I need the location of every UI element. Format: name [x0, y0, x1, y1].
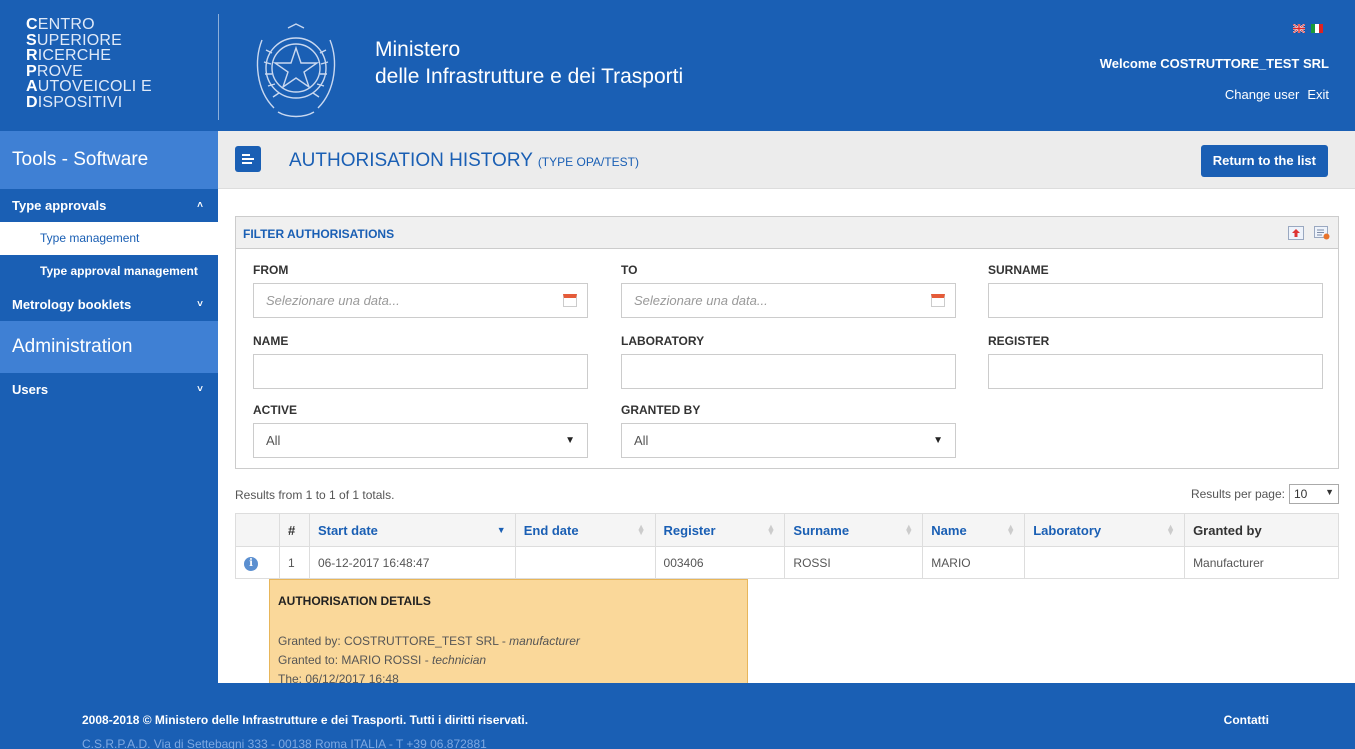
export-icon[interactable] [1288, 226, 1304, 240]
sort-icon: ▲ ▼ [1006, 522, 1016, 537]
language-selector [1293, 24, 1323, 33]
sort-desc-icon: ▼ [496, 525, 506, 535]
granted-by-select[interactable]: All ▼ [621, 423, 956, 458]
chevron-up-icon: ˄ [197, 200, 203, 211]
results-table: # Start date ▼ End date ▲ ▼ Register ▲ ▼ Surn… [235, 513, 1339, 579]
uk-flag-icon[interactable] [1293, 24, 1305, 33]
dropdown-caret-icon: ▼ [1325, 487, 1334, 497]
footer-address: C.S.R.P.A.D. Via di Settebagni 333 - 001… [82, 737, 487, 749]
results-per-page: Results per page: 10 ▼ [1191, 484, 1339, 504]
per-page-label: Results per page: [1190, 487, 1285, 501]
chevron-down-icon: ˅ [197, 384, 203, 395]
active-label: ACTIVE [253, 403, 298, 417]
surname-label: SURNAME [988, 263, 1049, 277]
header: CENTRO SUPERIORE RICERCHE PROVE AUTOVEIC… [0, 0, 1355, 131]
surname-input[interactable] [988, 283, 1323, 318]
csrpad-logo: CENTRO SUPERIORE RICERCHE PROVE AUTOVEIC… [26, 16, 152, 111]
name-input[interactable] [253, 354, 588, 389]
page-titlebar: AUTHORISATION HISTORY (TYPE OPA/TEST) Re… [218, 131, 1355, 189]
sort-icon: ▲ ▼ [904, 522, 914, 537]
sidebar-group-label: Type approvals [12, 198, 107, 213]
cell-laboratory [1024, 546, 1186, 579]
sidebar-group-label: Users [12, 382, 49, 397]
info-icon[interactable]: i [244, 556, 258, 571]
return-to-list-button[interactable]: Return to the list [1200, 145, 1328, 177]
page-title: AUTHORISATION HISTORY (TYPE OPA/TEST) [289, 150, 639, 171]
table-header-row: # Start date ▼ End date ▲ ▼ Register ▲ ▼ Surn… [235, 513, 1339, 547]
cell-number: 1 [278, 546, 310, 579]
dropdown-caret-icon: ▼ [565, 435, 575, 446]
column-header-end-date[interactable]: End date ▲ ▼ [514, 513, 656, 547]
sidebar-item-type-management[interactable]: Type management [0, 222, 218, 255]
calendar-icon[interactable] [931, 294, 945, 307]
laboratory-label: LABORATORY [621, 334, 705, 348]
sidebar-group-label: Metrology booklets [12, 297, 132, 312]
sort-icon: ▲ ▼ [1166, 522, 1176, 537]
sidebar-group-type-approvals[interactable]: Type approvals ˄ [0, 189, 218, 222]
results-info: Results from 1 to 1 of 1 totals. [235, 488, 395, 502]
welcome-text: Welcome COSTRUTTORE_TEST SRL [1099, 56, 1329, 71]
sidebar-group-metrology[interactable]: Metrology booklets ˅ [0, 288, 218, 321]
column-header-laboratory[interactable]: Laboratory ▲ ▼ [1024, 513, 1186, 547]
sidebar: Tools - Software Type approvals ˄ Type m… [0, 131, 218, 683]
page-subtitle: (TYPE OPA/TEST) [537, 155, 639, 169]
filter-panel: FILTER AUTHORISATIONS FROM TO SURNAME Se… [235, 216, 1339, 469]
cell-surname: ROSSI [784, 546, 924, 579]
filter-header: FILTER AUTHORISATIONS [236, 217, 1338, 249]
table-row: i 1 06-12-2017 16:48:47 003406 ROSSI MAR… [235, 546, 1339, 579]
exit-link[interactable]: Exit [1307, 87, 1329, 102]
laboratory-input[interactable] [621, 354, 956, 389]
register-label: REGISTER [988, 334, 1050, 348]
emblem-icon [256, 23, 336, 118]
ministry-title: Ministero delle Infrastrutture e dei Tra… [375, 38, 684, 88]
clear-filter-icon[interactable] [1314, 226, 1330, 240]
sidebar-group-users[interactable]: Users ˅ [0, 373, 218, 406]
footer-copyright: 2008-2018 © Ministero delle Infrastruttu… [82, 713, 529, 727]
name-label: NAME [253, 334, 289, 348]
active-select[interactable]: All ▼ [253, 423, 588, 458]
tooltip-details: Granted by: COSTRUTTORE_TEST SRL - manuf… [278, 632, 739, 689]
sort-icon: ▲ ▼ [766, 522, 776, 537]
calendar-icon[interactable] [563, 294, 577, 307]
to-label: TO [621, 263, 638, 277]
register-input[interactable] [988, 354, 1323, 389]
italy-flag-icon[interactable] [1311, 24, 1323, 33]
tooltip-granted-to: Granted to: MARIO ROSSI - technician [278, 653, 487, 667]
tooltip-granted-by: Granted by: COSTRUTTORE_TEST SRL - manuf… [278, 634, 580, 648]
cell-name: MARIO [922, 546, 1026, 579]
column-header-info [235, 513, 280, 547]
menu-toggle-button[interactable] [235, 146, 261, 172]
sidebar-section-administration: Administration [0, 321, 218, 373]
chevron-down-icon: ˅ [197, 299, 203, 310]
filter-title: FILTER AUTHORISATIONS [243, 227, 395, 241]
tooltip-title: AUTHORISATION DETAILS [278, 594, 431, 608]
dropdown-caret-icon: ▼ [933, 435, 943, 446]
list-icon [242, 154, 254, 164]
column-header-number: # [278, 513, 310, 547]
sort-icon: ▲ ▼ [636, 522, 646, 537]
column-header-name[interactable]: Name ▲ ▼ [922, 513, 1026, 547]
from-label: FROM [253, 263, 289, 277]
contatti-link[interactable]: Contatti [1224, 713, 1269, 727]
cell-register: 003406 [654, 546, 786, 579]
footer: 2008-2018 © Ministero delle Infrastruttu… [0, 683, 1355, 749]
column-header-granted-by: Granted by [1184, 513, 1339, 547]
to-date-input[interactable]: Selezionare una data... [621, 283, 956, 318]
column-header-surname[interactable]: Surname ▲ ▼ [784, 513, 924, 547]
per-page-select[interactable]: 10 ▼ [1289, 484, 1339, 504]
cell-granted-by: Manufacturer [1184, 546, 1339, 579]
granted-by-label: GRANTED BY [621, 403, 701, 417]
sidebar-item-type-approval-management[interactable]: Type approval management [0, 255, 218, 288]
column-header-register[interactable]: Register ▲ ▼ [654, 513, 786, 547]
row-info-cell[interactable]: i [235, 546, 280, 579]
cell-end-date [514, 546, 656, 579]
filter-tools [1288, 226, 1330, 240]
change-user-link[interactable]: Change user [1225, 87, 1299, 102]
cell-start-date: 06-12-2017 16:48:47 [308, 546, 516, 579]
user-links: Change user Exit [1225, 87, 1329, 102]
header-divider [218, 14, 219, 120]
from-date-input[interactable]: Selezionare una data... [253, 283, 588, 318]
sidebar-section-tools: Tools - Software [0, 131, 218, 189]
column-header-start-date[interactable]: Start date ▼ [308, 513, 516, 547]
